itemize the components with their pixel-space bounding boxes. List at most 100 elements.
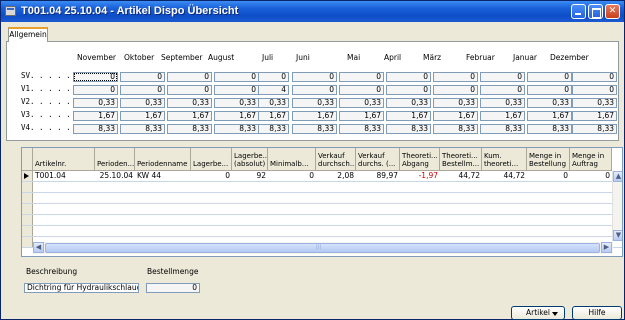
month-value-cell[interactable]: 8,33 xyxy=(339,124,384,134)
scroll-up-button[interactable]: ▲ xyxy=(613,171,622,182)
month-value-cell[interactable]: 8,33 xyxy=(120,124,165,134)
month-value-cell[interactable]: 0 xyxy=(339,85,384,95)
grid-cell[interactable]: 0 xyxy=(570,171,612,181)
month-value-cell[interactable]: 8,33 xyxy=(167,124,212,134)
month-value-cell[interactable]: 0 xyxy=(527,85,572,95)
month-value-cell[interactable]: 8,33 xyxy=(292,124,337,134)
month-value-cell[interactable]: 0,33 xyxy=(167,98,212,108)
month-value-cell[interactable]: 0 xyxy=(214,85,259,95)
month-value-cell[interactable]: 1,67 xyxy=(339,111,384,121)
table-row[interactable] xyxy=(22,204,622,215)
table-row[interactable] xyxy=(22,226,622,237)
month-value-cell[interactable]: 8,33 xyxy=(73,124,118,134)
hilfe-button[interactable]: Hilfe xyxy=(572,306,622,320)
month-value-cell[interactable]: 8,33 xyxy=(214,124,259,134)
month-value-cell[interactable]: 0 xyxy=(73,85,118,95)
month-value-cell[interactable]: 1,67 xyxy=(167,111,212,121)
grid-select-all[interactable] xyxy=(22,148,33,171)
month-value-cell[interactable]: 0 xyxy=(214,72,259,82)
row-indicator[interactable] xyxy=(22,182,33,192)
month-value-cell[interactable]: 0 xyxy=(386,72,431,82)
month-value-cell[interactable]: 1,67 xyxy=(433,111,478,121)
month-value-cell[interactable]: 1,67 xyxy=(572,111,617,121)
grid-cell[interactable]: 44,72 xyxy=(482,171,527,181)
month-value-cell[interactable]: 0 xyxy=(480,72,525,82)
month-value-cell[interactable]: 8,33 xyxy=(527,124,572,134)
horizontal-scrollbar[interactable]: ◀ ▶ xyxy=(33,242,613,254)
month-value-cell[interactable]: 1,67 xyxy=(120,111,165,121)
table-row[interactable] xyxy=(22,182,622,193)
month-value-cell[interactable]: 1,67 xyxy=(386,111,431,121)
month-value-cell[interactable]: 8,33 xyxy=(480,124,525,134)
row-indicator[interactable] xyxy=(22,204,33,214)
row-indicator[interactable] xyxy=(22,226,33,236)
month-value-cell[interactable]: 0 xyxy=(73,72,118,82)
month-value-cell[interactable]: 0 xyxy=(167,72,212,82)
month-value-cell[interactable]: 1,67 xyxy=(527,111,572,121)
scroll-right-button[interactable]: ▶ xyxy=(601,242,612,253)
minimize-button[interactable] xyxy=(571,4,586,19)
grid-cell[interactable]: -1,97 xyxy=(400,171,440,181)
row-indicator[interactable] xyxy=(22,171,33,181)
beschreibung-field[interactable]: Dichtring für Hydraulikschlauch xyxy=(24,283,139,293)
month-value-cell[interactable]: 0,33 xyxy=(73,98,118,108)
grid-column-header[interactable]: Menge in Bestellung xyxy=(527,148,570,171)
month-value-cell[interactable]: 0 xyxy=(120,85,165,95)
month-value-cell[interactable]: 1,67 xyxy=(73,111,118,121)
month-value-cell[interactable]: 0 xyxy=(167,85,212,95)
table-row[interactable] xyxy=(22,215,622,226)
month-value-cell[interactable]: 0,33 xyxy=(339,98,384,108)
grid-column-header[interactable]: Perioden... xyxy=(95,148,135,171)
grid-cell[interactable]: 2,08 xyxy=(316,171,356,181)
grid-column-header[interactable]: Minimalb... xyxy=(268,148,316,171)
grid-cell[interactable]: KW 44 xyxy=(135,171,191,181)
vertical-scrollbar[interactable]: ▲ ▼ xyxy=(612,171,622,241)
grid-cell[interactable]: 44,72 xyxy=(440,171,482,181)
close-button[interactable]: ✕ xyxy=(605,4,620,19)
grid-column-header[interactable]: Theoreti... Abgang xyxy=(400,148,440,171)
month-value-cell[interactable]: 0 xyxy=(572,85,617,95)
grid-cell[interactable]: 0 xyxy=(268,171,316,181)
grid-cell[interactable]: 25.10.04 xyxy=(95,171,135,181)
bestellmenge-field[interactable]: 0 xyxy=(146,283,200,293)
maximize-button[interactable] xyxy=(588,4,603,19)
month-value-cell[interactable]: 8,33 xyxy=(572,124,617,134)
title-bar[interactable]: T001.04 25.10.04 - Artikel Dispo Übersic… xyxy=(1,1,624,22)
month-value-cell[interactable]: 8,33 xyxy=(386,124,431,134)
grid-cell[interactable]: 0 xyxy=(527,171,570,181)
month-value-cell[interactable]: 0,33 xyxy=(386,98,431,108)
month-value-cell[interactable]: 0 xyxy=(433,85,478,95)
grid-cell[interactable]: 92 xyxy=(232,171,268,181)
row-indicator[interactable] xyxy=(22,237,33,247)
month-value-cell[interactable]: 4 xyxy=(258,85,289,95)
scroll-down-button[interactable]: ▼ xyxy=(613,230,622,241)
month-value-cell[interactable]: 0,33 xyxy=(433,98,478,108)
scroll-left-button[interactable]: ◀ xyxy=(33,242,44,253)
month-value-cell[interactable]: 0 xyxy=(527,72,572,82)
artikel-menu-button[interactable]: Artikel xyxy=(511,306,565,320)
month-value-cell[interactable]: 0 xyxy=(572,72,617,82)
month-value-cell[interactable]: 0 xyxy=(292,72,337,82)
month-value-cell[interactable]: 1,67 xyxy=(258,111,289,121)
month-value-cell[interactable]: 1,67 xyxy=(292,111,337,121)
month-value-cell[interactable]: 0 xyxy=(339,72,384,82)
grid-column-header[interactable]: Verkauf durchs. (... xyxy=(356,148,400,171)
month-value-cell[interactable]: 8,33 xyxy=(258,124,289,134)
month-value-cell[interactable]: 1,67 xyxy=(480,111,525,121)
month-value-cell[interactable]: 8,33 xyxy=(433,124,478,134)
month-value-cell[interactable]: 0 xyxy=(480,85,525,95)
grid-cell[interactable]: 89,97 xyxy=(356,171,400,181)
month-value-cell[interactable]: 0 xyxy=(120,72,165,82)
row-indicator[interactable] xyxy=(22,215,33,225)
month-value-cell[interactable]: 0,33 xyxy=(258,98,289,108)
app-icon[interactable] xyxy=(5,6,16,16)
month-value-cell[interactable]: 0 xyxy=(386,85,431,95)
grid-column-header[interactable]: Verkauf durchsch... xyxy=(316,148,356,171)
grid-column-header[interactable]: Theoreti... Bestellm... xyxy=(440,148,482,171)
table-row[interactable] xyxy=(22,193,622,204)
month-value-cell[interactable]: 0 xyxy=(292,85,337,95)
month-value-cell[interactable]: 0,33 xyxy=(527,98,572,108)
month-value-cell[interactable]: 0,33 xyxy=(292,98,337,108)
grid-column-header[interactable]: Kum. theoreti... xyxy=(482,148,527,171)
grid-column-header[interactable]: Artikelnr. xyxy=(33,148,95,171)
